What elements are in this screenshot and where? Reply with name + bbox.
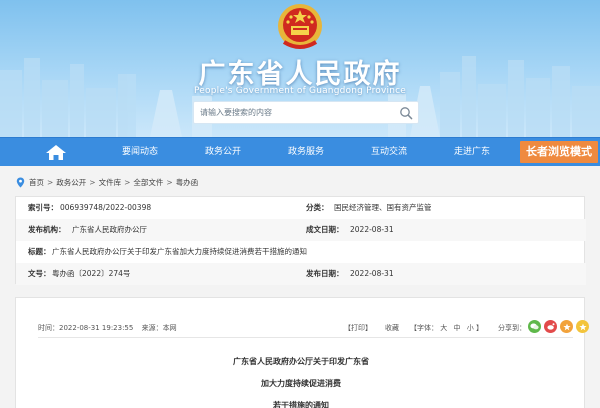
index-label: 索引号： <box>28 203 58 212</box>
issuer-label: 发布机构： <box>28 225 66 234</box>
wechat-icon[interactable] <box>528 320 541 333</box>
font-size-control: 【字体： 大 中 小 】 <box>410 323 483 333</box>
breadcrumb-separator: > <box>89 177 96 187</box>
article-panel: 时间：2022-08-31 19:23:55 来源：本网 【打印】 收藏 【字体… <box>15 297 589 408</box>
info-row-title: 标题： 广东省人民政府办公厅关于印发广东省加大力度持续促进消费若干措施的通知 <box>16 241 586 263</box>
font-size-label: 【字体： <box>410 324 438 332</box>
article-meta-info: 时间：2022-08-31 19:23:55 来源：本网 <box>38 323 177 333</box>
breadcrumb-separator: > <box>124 177 131 187</box>
published-date-label: 发布日期： <box>306 269 344 278</box>
nav-item-gov-services[interactable]: 政务服务 <box>278 138 334 167</box>
created-date-label: 成文日期： <box>306 225 344 234</box>
breadcrumb-item-home[interactable]: 首页 <box>29 177 44 188</box>
breadcrumb-item-all-files[interactable]: 全部文件 <box>133 177 163 188</box>
category-value: 国民经济管理、国有资产监管 <box>334 203 432 212</box>
document-info-box: 索引号： 006939748/2022-00398 分类： 国民经济管理、国有资… <box>15 196 586 285</box>
main-nav: 要闻动态 政务公开 政务服务 互动交流 走进广东 长者浏览模式 <box>0 137 600 166</box>
nav-item-news[interactable]: 要闻动态 <box>112 138 168 167</box>
article-meta-bar: 时间：2022-08-31 19:23:55 来源：本网 【打印】 收藏 【字体… <box>38 320 589 338</box>
document-title-line-2: 加大力度持续促进消费 <box>261 379 341 388</box>
qzone-icon[interactable] <box>560 320 573 333</box>
doc-number-label: 文号： <box>28 269 51 278</box>
info-row-docno: 文号： 粤办函〔2022〕274号 发布日期： 2022-08-31 <box>16 263 586 285</box>
breadcrumb: 首页 > 政务公开 > 文件库 > 全部文件 > 粤办函 <box>16 175 198 189</box>
search-input[interactable] <box>194 102 394 123</box>
favorite-button[interactable]: 收藏 <box>385 323 399 333</box>
font-size-close: 】 <box>475 324 483 332</box>
source-label: 来源： <box>141 324 163 332</box>
time-value: 2022-08-31 19:23:55 <box>59 324 134 332</box>
title-label: 标题： <box>28 247 51 256</box>
document-title-line-3: 若干措施的通知 <box>273 401 329 408</box>
published-date-value: 2022-08-31 <box>350 269 394 278</box>
source-value: 本网 <box>162 324 177 332</box>
nav-item-gov-affairs-disclosure[interactable]: 政务公开 <box>195 138 251 167</box>
document-title-line-1: 广东省人民政府办公厅关于印发广东省 <box>233 357 369 366</box>
info-row-issuer: 发布机构： 广东省人民政府办公厅 成文日期： 2022-08-31 <box>16 219 586 241</box>
info-row-index: 索引号： 006939748/2022-00398 分类： 国民经济管理、国有资… <box>16 197 586 219</box>
nav-item-interaction[interactable]: 互动交流 <box>361 138 417 167</box>
title-value: 广东省人民政府办公厅关于印发广东省加大力度持续促进消费若干措施的通知 <box>52 247 307 256</box>
breadcrumb-separator: > <box>166 177 173 187</box>
font-size-medium-button[interactable]: 中 <box>453 324 460 332</box>
issuer-value: 广东省人民政府办公厅 <box>72 225 147 234</box>
doc-number-value: 粤办函〔2022〕274号 <box>52 269 131 278</box>
elder-mode-button[interactable]: 长者浏览模式 <box>520 141 598 163</box>
font-size-large-button[interactable]: 大 <box>440 324 447 332</box>
home-icon[interactable] <box>45 144 67 161</box>
location-pin-icon <box>16 177 25 187</box>
created-date-value: 2022-08-31 <box>350 225 394 234</box>
national-emblem-icon <box>278 4 322 49</box>
search-box <box>193 101 419 124</box>
breadcrumb-current: 粤办函 <box>175 177 199 187</box>
favorite-star-icon[interactable] <box>576 320 589 333</box>
breadcrumb-item-file-library[interactable]: 文件库 <box>99 177 122 188</box>
breadcrumb-separator: > <box>47 177 54 187</box>
time-label: 时间： <box>38 324 59 332</box>
font-size-small-button[interactable]: 小 <box>467 324 474 332</box>
search-icon[interactable] <box>399 106 413 120</box>
nav-item-about-guangdong[interactable]: 走进广东 <box>444 138 500 167</box>
weibo-icon[interactable] <box>544 320 557 333</box>
share-label: 分享到： <box>498 324 526 332</box>
site-header: 广东省人民政府 People's Government of Guangdong… <box>0 0 600 137</box>
index-value: 006939748/2022-00398 <box>60 203 152 212</box>
site-subtitle: People's Government of Guangdong Provinc… <box>193 86 407 96</box>
print-button[interactable]: 【打印】 <box>344 323 372 333</box>
breadcrumb-item-gov-disclosure[interactable]: 政务公开 <box>56 177 86 188</box>
category-label: 分类： <box>306 203 329 212</box>
